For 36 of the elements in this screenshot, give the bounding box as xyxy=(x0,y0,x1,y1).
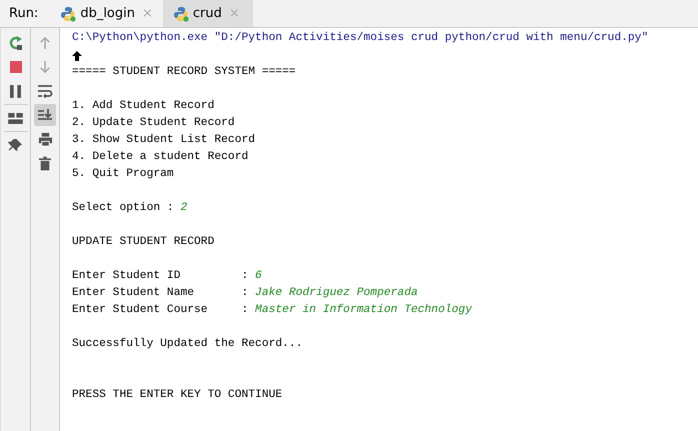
output-text: 5. Quit Program xyxy=(72,166,174,182)
soft-wrap-icon xyxy=(37,84,53,98)
layout-icon[interactable] xyxy=(8,112,23,124)
output-text: ===== STUDENT RECORD SYSTEM ===== xyxy=(72,65,296,80)
output-text: Enter Student Course : xyxy=(72,302,250,318)
trash-icon xyxy=(39,156,51,170)
pin-icon[interactable] xyxy=(8,138,23,152)
output-text: Select option : xyxy=(72,200,175,216)
output-text: Enter Student ID : xyxy=(72,268,250,284)
typed-input-text: Jake Rodriguez Pomperada xyxy=(255,286,418,301)
tab[interactable]: db_login × xyxy=(50,0,163,27)
typed-input-text: 6 xyxy=(255,269,262,284)
down-arrow-icon xyxy=(39,60,51,74)
output-text: 3. Show Student List Record xyxy=(72,132,256,148)
output-text: Successfully Updated the Record... xyxy=(72,336,302,352)
rerun-icon[interactable] xyxy=(8,35,24,51)
run-label: Run: xyxy=(8,6,40,21)
output-text: PRESS THE ENTER KEY TO CONTINUE xyxy=(72,388,282,403)
scroll-to-end-icon xyxy=(37,108,53,122)
up-arrow-icon xyxy=(39,36,51,50)
tab[interactable]: crud × xyxy=(162,0,253,27)
printer-icon xyxy=(38,132,52,146)
output-text: 2. Update Student Record xyxy=(72,116,235,131)
stop-icon[interactable] xyxy=(10,61,22,73)
input-arrow-icon xyxy=(72,50,82,60)
output-text: 1. Add Student Record xyxy=(72,98,214,114)
output-text: Enter Student Name : xyxy=(72,286,250,301)
typed-input-text: Master in Information Technology xyxy=(255,302,472,318)
python-icon xyxy=(172,6,189,22)
command-line: C:\Python\python.exe "D:/Python Activities/moises crud python/crud with menu/crud.py" xyxy=(72,30,648,46)
toolbar-button[interactable] xyxy=(34,104,56,126)
pause-icon[interactable] xyxy=(10,84,21,98)
output-text: UPDATE STUDENT RECORD xyxy=(72,235,214,250)
output-text: 4. Delete a student Record xyxy=(72,150,248,165)
python-icon xyxy=(60,6,76,22)
typed-input-text: 2 xyxy=(180,201,188,216)
